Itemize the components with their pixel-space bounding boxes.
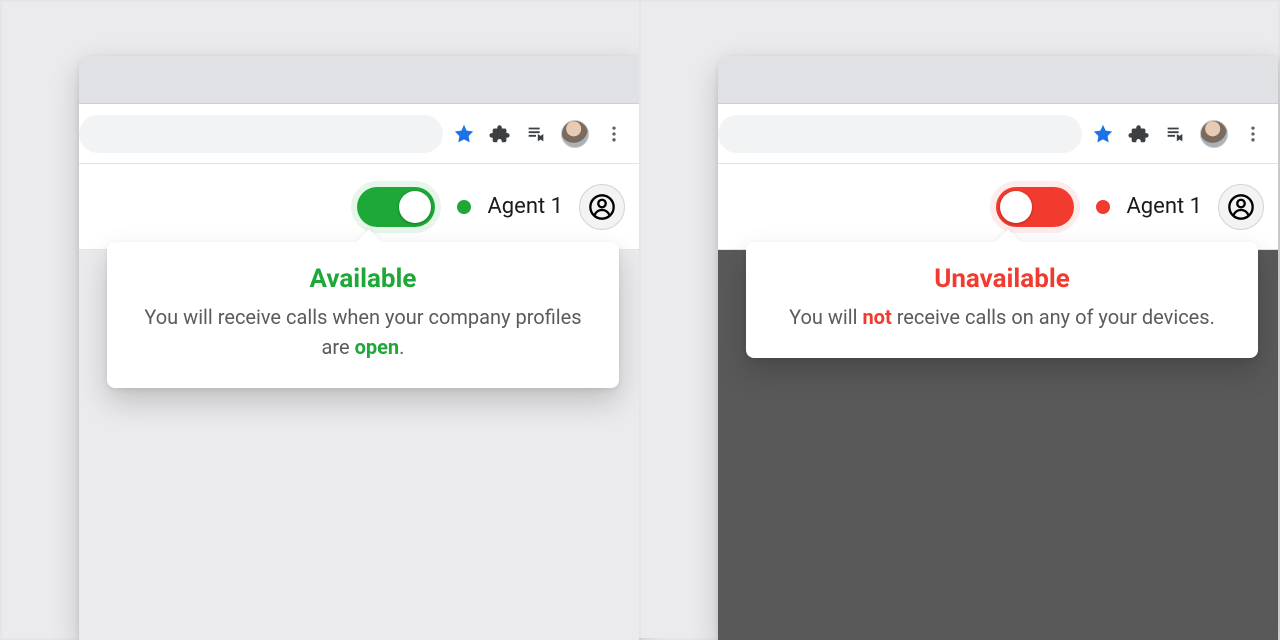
account-button[interactable] [579, 184, 625, 230]
agent-name: Agent 1 [1126, 194, 1202, 219]
browser-toolbar [79, 104, 639, 164]
bookmark-star-icon[interactable] [453, 123, 475, 145]
availability-toggle[interactable] [351, 181, 441, 233]
kebab-menu-icon[interactable] [603, 123, 625, 145]
reading-list-icon[interactable] [1164, 123, 1186, 145]
extensions-puzzle-icon[interactable] [489, 123, 511, 145]
pane-available: Agent 1 Available You will receive calls… [2, 2, 639, 638]
address-bar[interactable] [79, 115, 443, 153]
browser-window: Agent 1 Available You will receive calls… [79, 56, 639, 640]
address-bar[interactable] [718, 115, 1082, 153]
reading-list-icon[interactable] [525, 123, 547, 145]
browser-toolbar [718, 104, 1278, 164]
pane-unavailable: Agent 1 Unavailable You will not receive… [639, 2, 1278, 638]
browser-profile-avatar[interactable] [561, 120, 589, 148]
status-indicator-dot [457, 200, 471, 214]
popover-description: You will not receive calls on any of you… [774, 302, 1230, 332]
app-bar: Agent 1 [79, 164, 639, 250]
browser-tabstrip [79, 56, 639, 104]
account-button[interactable] [1218, 184, 1264, 230]
app-bar: Agent 1 [718, 164, 1278, 250]
browser-profile-avatar[interactable] [1200, 120, 1228, 148]
browser-window: Agent 1 Unavailable You will not receive… [718, 56, 1278, 640]
popover-title: Unavailable [774, 264, 1230, 294]
bookmark-star-icon[interactable] [1092, 123, 1114, 145]
browser-tabstrip [718, 56, 1278, 104]
status-indicator-dot [1096, 200, 1110, 214]
popover-description: You will receive calls when your company… [135, 302, 591, 362]
availability-toggle[interactable] [990, 181, 1080, 233]
availability-popover: Available You will receive calls when yo… [107, 242, 619, 388]
popover-title: Available [135, 264, 591, 294]
agent-name: Agent 1 [487, 194, 563, 219]
availability-popover: Unavailable You will not receive calls o… [746, 242, 1258, 358]
kebab-menu-icon[interactable] [1242, 123, 1264, 145]
extensions-puzzle-icon[interactable] [1128, 123, 1150, 145]
